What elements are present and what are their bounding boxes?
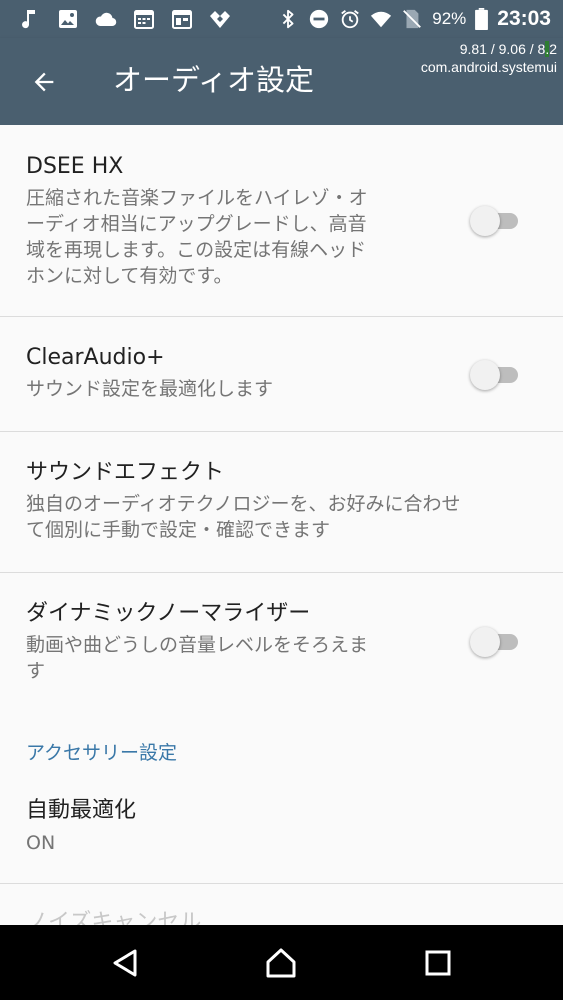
app-logo-icon [210,11,230,28]
pref-sound-effect[interactable]: サウンドエフェクト 独自のオーディオテクノロジーを、お好みに合わせ て個別に手動… [0,432,563,572]
pref-summary-line: 域を再現します。この設定は有線ヘッド [26,239,367,261]
category-header-accessory: アクセサリー設定 [26,742,178,764]
clearaudio-toggle[interactable] [470,357,522,393]
pref-title: サウンドエフェクト [26,460,225,485]
image-icon [59,10,77,28]
cloud-icon [95,12,117,27]
nav-back-button[interactable] [105,943,145,983]
pref-noise-cancel-partial[interactable]: ノイズキャンセル [26,908,201,925]
debug-line1-suffix: 2 [549,41,557,57]
wifi-icon [371,11,392,28]
toggle-thumb [470,627,500,657]
battery-percent: 92% [432,9,467,28]
nav-home-icon [266,948,296,978]
pref-title: ClearAudio+ [26,345,165,370]
nav-recents-icon [425,950,451,976]
pref-summary-line: 圧縮された音楽ファイルをハイレゾ・オ [26,187,368,209]
pref-summary-line: ーディオ相当にアップグレードし、高音 [26,213,367,235]
no-sim-icon [403,9,422,29]
status-bar: 92% 23:03 [0,0,563,38]
bluetooth-icon [283,9,294,29]
page-title: オーディオ設定 [113,63,314,97]
system-icons: 92% 23:03 [277,4,551,34]
app-bar: 9.81 / 9.06 / 8.2 com.android.systemui オ… [0,38,563,125]
pref-summary-line: 独自のオーディオテクノロジーを、お好みに合わせ [26,493,461,515]
nav-home-button[interactable] [261,943,301,983]
pref-title: ダイナミックノーマライザー [26,601,311,626]
nav-back-icon [113,949,137,977]
pref-title: DSEE HX [26,154,124,179]
divider [0,883,563,884]
pref-summary: サウンド設定を最適化します [26,378,274,400]
back-button[interactable] [22,60,66,104]
dynamic-normalizer-toggle[interactable] [470,624,522,660]
settings-list: DSEE HX 圧縮された音楽ファイルをハイレゾ・オ ーディオ相当にアップグレー… [0,125,563,925]
pref-clearaudio[interactable]: ClearAudio+ サウンド設定を最適化します [0,317,563,431]
battery-icon [475,8,489,30]
pref-summary-line: て個別に手動で設定・確認できます [26,519,331,541]
debug-line2: com.android.systemui [420,59,557,75]
alarm-icon [341,10,360,29]
notification-icons [18,7,232,31]
pref-auto-optimize[interactable]: 自動最適化 ON [0,780,563,883]
music-note-icon [22,10,35,29]
pref-dsee-hx[interactable]: DSEE HX 圧縮された音楽ファイルをハイレゾ・オ ーディオ相当にアップグレー… [0,125,563,316]
calendar-icon [134,10,154,29]
do-not-disturb-icon [310,9,329,29]
pref-summary-line: ホンに対して有効です。 [26,265,233,287]
dsee-hx-toggle[interactable] [470,203,522,239]
clock: 23:03 [497,7,551,30]
pref-summary-line: 動画や曲どうしの音量レベルをそろえま [26,634,369,656]
calendar-icon [172,10,192,29]
debug-overlay: 9.81 / 9.06 / 8.2 com.android.systemui [421,40,557,76]
pref-value: ON [26,832,56,854]
nav-recents-button[interactable] [418,943,458,983]
pref-summary-line: す [26,660,46,682]
pref-dynamic-normalizer[interactable]: ダイナミックノーマライザー 動画や曲どうしの音量レベルをそろえま す [0,573,563,693]
debug-line1-prefix: 9.81 / 9.06 / 8 [459,41,546,57]
pref-title: 自動最適化 [26,798,137,823]
arrow-back-icon [34,72,54,92]
toggle-thumb [470,360,500,390]
navigation-bar [0,925,563,1000]
toggle-thumb [470,206,500,236]
